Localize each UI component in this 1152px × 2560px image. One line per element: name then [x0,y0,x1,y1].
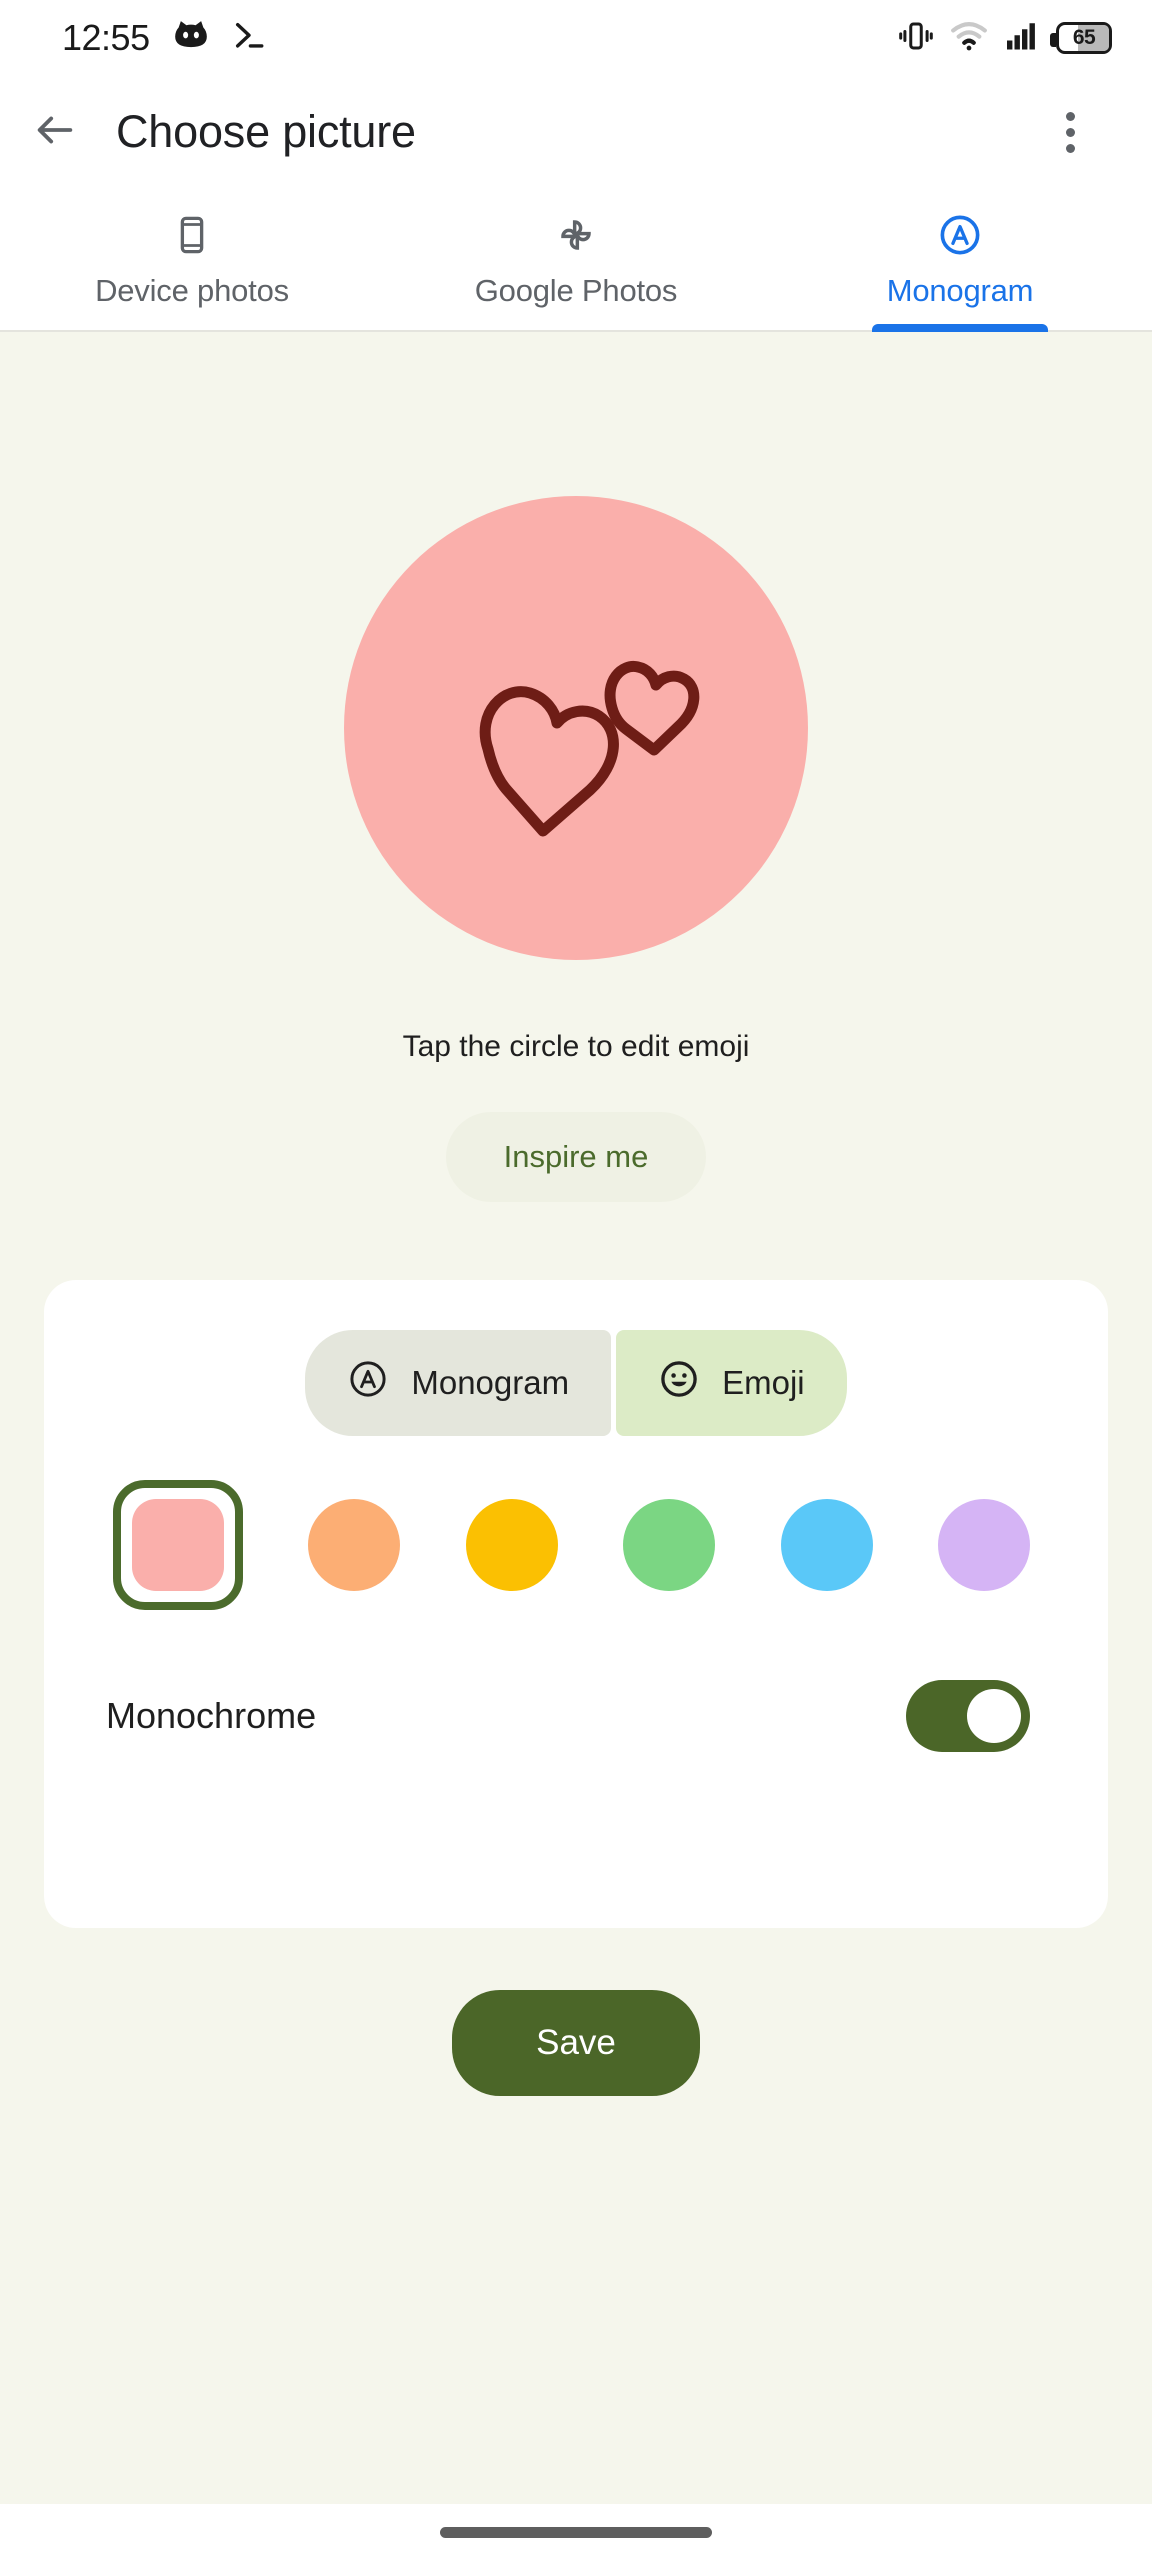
inspire-me-button[interactable]: Inspire me [445,1112,707,1202]
tab-device-photos[interactable]: Device photos [0,188,384,330]
segment-emoji[interactable]: Emoji [616,1330,847,1436]
color-swatch-purple[interactable] [937,1499,1030,1591]
status-bar-right: 65 [898,17,1112,60]
gesture-nav-bar [0,2504,1152,2560]
phone-screen: 12:55 65 Choose picture Device photos Go… [0,0,1152,2560]
color-swatch-row [44,1436,1108,1610]
terminal-icon [232,19,266,58]
save-button[interactable]: Save [452,1990,700,2096]
two-hearts-emoji [479,660,700,837]
phone-icon [171,209,213,261]
save-area: Save [0,1990,1152,2096]
battery-level-label: 65 [1072,26,1096,49]
status-bar: 12:55 65 [0,0,1152,76]
segment-label: Emoji [722,1364,805,1401]
google-photos-pinwheel-icon [553,209,599,261]
tab-label: Monogram [886,273,1034,308]
color-swatch-green[interactable] [623,1499,716,1591]
inspire-area: Inspire me [0,1112,1152,1202]
more-vert-icon [1065,127,1075,137]
monochrome-row: Monochrome [44,1610,1108,1752]
app-bar: Choose picture [0,76,1152,188]
status-bar-left: 12:55 [62,17,266,60]
tab-bar: Device photos Google Photos Monogram [0,188,1152,332]
segment-label: Monogram [411,1364,570,1401]
color-swatch-yellow[interactable] [465,1499,558,1591]
tab-label: Google Photos [474,273,678,308]
color-swatch-blue[interactable] [780,1499,873,1591]
vibrate-icon [898,18,934,59]
color-swatch-orange[interactable] [308,1499,401,1591]
more-vert-icon [1065,111,1075,121]
back-arrow-icon [32,107,78,158]
wifi-icon [950,17,988,60]
color-swatch-fill [132,1499,224,1591]
status-bar-clock: 12:55 [62,17,150,58]
avatar-preview-area [0,496,1152,960]
tab-active-indicator [872,324,1048,332]
signal-icon [1004,18,1040,59]
smiley-face-icon [658,1358,700,1408]
color-swatch-pink-selected[interactable] [113,1480,243,1610]
tab-google-photos[interactable]: Google Photos [384,188,768,330]
tab-monogram[interactable]: Monogram [768,188,1152,332]
edit-emoji-hint: Tap the circle to edit emoji [402,1030,750,1063]
overflow-menu-button[interactable] [1022,76,1118,188]
tab-label: Device photos [95,273,289,308]
home-gesture-handle[interactable] [440,2526,712,2538]
avatar-emoji-button[interactable] [344,496,808,960]
back-button[interactable] [0,76,110,188]
circled-a-icon [937,209,983,261]
monochrome-toggle[interactable] [906,1680,1030,1752]
circled-a-icon [347,1358,389,1408]
monochrome-label: Monochrome [106,1695,317,1736]
segment-monogram[interactable]: Monogram [305,1330,612,1436]
style-segmented-control: Monogram Emoji [44,1280,1108,1436]
more-vert-icon [1065,143,1075,153]
options-card: Monogram Emoji Monochrome [44,1280,1108,1928]
page-title: Choose picture [116,106,416,157]
toggle-knob [967,1689,1021,1743]
battery-icon: 65 [1050,22,1112,54]
cat-notification-icon [172,17,210,60]
